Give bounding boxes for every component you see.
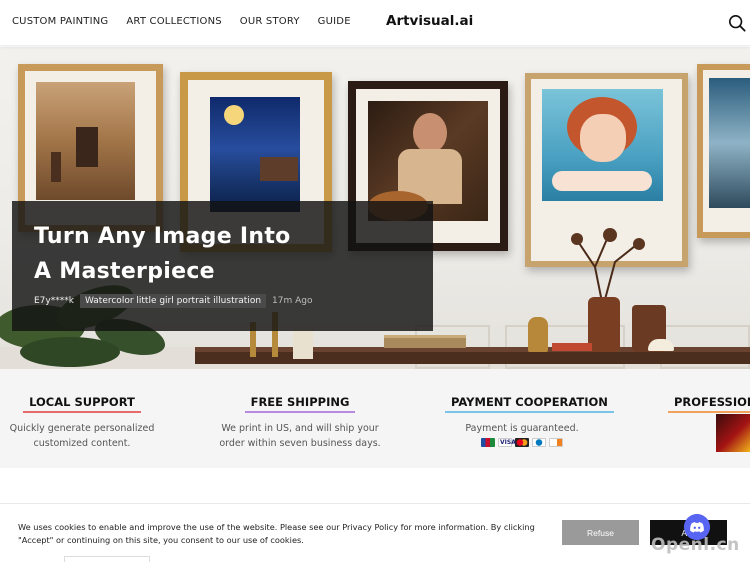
watermark: Openl.cn <box>651 535 740 555</box>
cookie-banner: We uses cookies to enable and improve th… <box>0 503 750 562</box>
vase <box>588 297 620 352</box>
hero-caption-card: Turn Any Image Into A Masterpiece E7y***… <box>12 201 433 331</box>
feature-payment-cooperation: PAYMENT COOPERATION Payment is guarantee… <box>445 391 614 447</box>
hero-headline-line2: A Masterpiece <box>34 259 215 284</box>
feature-desc-line: We print in US, and will ship your <box>221 423 379 434</box>
cookie-text: We uses cookies to enable and improve th… <box>18 522 535 545</box>
brand-logo[interactable]: Artvisual.ai <box>386 13 473 29</box>
feature-desc-line: order within seven business days. <box>219 438 381 449</box>
nav-guide[interactable]: GUIDE <box>318 16 351 27</box>
feature-desc: Quickly generate personalized customized… <box>7 421 157 451</box>
feature-desc-line: customized content. <box>33 438 131 449</box>
feature-title: LOCAL SUPPORT <box>23 395 141 413</box>
feature-title: PAYMENT COOPERATION <box>445 395 614 413</box>
feature-professional: PROFESSIONA <box>668 391 750 413</box>
diners-icon <box>532 438 546 447</box>
mastercard-icon <box>515 438 529 447</box>
hero-meta: E7y****k Watercolor little girl portrait… <box>34 294 313 308</box>
figurine <box>528 317 548 352</box>
hero-timestamp: 17m Ago <box>272 296 313 306</box>
feature-title: FREE SHIPPING <box>244 395 356 413</box>
hero-username: E7y****k <box>34 296 74 306</box>
hero-tag[interactable]: Watercolor little girl portrait illustra… <box>79 294 267 308</box>
nav-our-story[interactable]: OUR STORY <box>240 16 300 27</box>
promo-thumbnail[interactable] <box>716 414 750 452</box>
main-nav: CUSTOM PAINTING ART COLLECTIONS OUR STOR… <box>12 16 351 27</box>
partial-element <box>64 556 150 562</box>
feature-local-support: LOCAL SUPPORT Quickly generate personali… <box>7 391 157 451</box>
nav-art-collections[interactable]: ART COLLECTIONS <box>126 16 221 27</box>
hero-headline-line1: Turn Any Image Into <box>34 224 291 249</box>
hero-headline: Turn Any Image Into A Masterpiece <box>34 219 414 289</box>
console-table-body <box>195 352 750 364</box>
feature-title: PROFESSIONA <box>668 395 750 413</box>
discover-icon <box>549 438 563 447</box>
features-strip: LOCAL SUPPORT Quickly generate personali… <box>0 369 750 468</box>
frame-ship <box>697 64 750 238</box>
books-stack <box>384 335 466 348</box>
feature-free-shipping: FREE SHIPPING We print in US, and will s… <box>215 391 385 451</box>
feature-desc-line: Payment is guaranteed. <box>465 423 579 434</box>
jcb-icon <box>481 438 495 447</box>
nav-custom-painting[interactable]: CUSTOM PAINTING <box>12 16 108 27</box>
refuse-button[interactable]: Refuse <box>562 520 639 545</box>
pillar-candle <box>293 327 313 359</box>
feature-desc: Payment is guaranteed. <box>445 421 599 436</box>
top-header: CUSTOM PAINTING ART COLLECTIONS OUR STOR… <box>0 0 750 46</box>
search-icon[interactable] <box>728 14 746 32</box>
tray <box>552 343 592 351</box>
payment-icons: VISA <box>445 438 599 447</box>
dried-branches <box>571 228 645 307</box>
visa-icon: VISA <box>498 438 516 447</box>
feature-desc: We print in US, and will ship your order… <box>215 421 385 451</box>
bowl <box>648 339 674 351</box>
feature-desc-line: Quickly generate personalized <box>9 423 155 434</box>
